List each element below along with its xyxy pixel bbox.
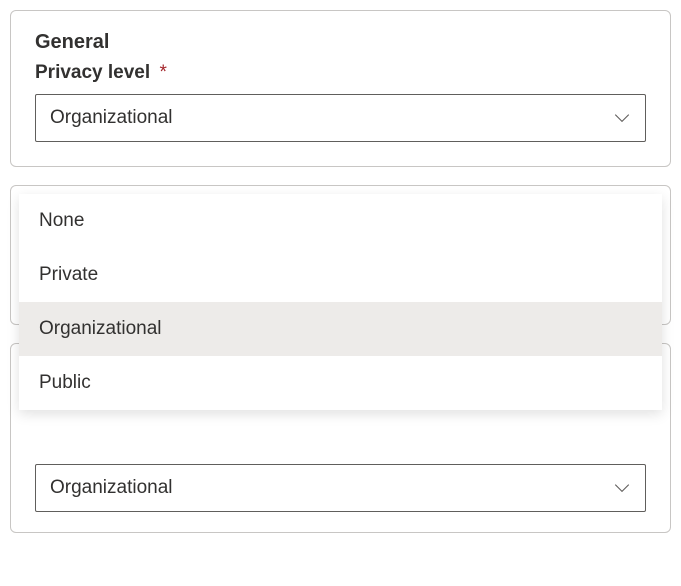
privacy-level-dropdown-value: Organizational <box>50 107 173 129</box>
option-none[interactable]: None <box>19 194 662 248</box>
option-private[interactable]: Private <box>19 248 662 302</box>
chevron-down-icon <box>613 479 631 497</box>
privacy-level-listbox[interactable]: None Private Organizational Public <box>19 194 662 410</box>
privacy-level-label: Privacy level * <box>35 62 646 84</box>
option-public[interactable]: Public <box>19 356 662 410</box>
chevron-down-icon <box>613 109 631 127</box>
option-organizational[interactable]: Organizational <box>19 302 662 356</box>
privacy-level-label-text: Privacy level <box>35 62 150 83</box>
privacy-level-dropdown-expanded[interactable]: Organizational <box>35 464 646 512</box>
lower-section-card: None Private Organizational Public Organ… <box>10 343 671 533</box>
section-title-general: General <box>35 31 646 54</box>
privacy-level-dropdown[interactable]: Organizational <box>35 94 646 142</box>
general-section-card: General Privacy level * Organizational <box>10 10 671 167</box>
privacy-level-dropdown-expanded-value: Organizational <box>50 477 173 499</box>
required-indicator: * <box>159 62 166 83</box>
